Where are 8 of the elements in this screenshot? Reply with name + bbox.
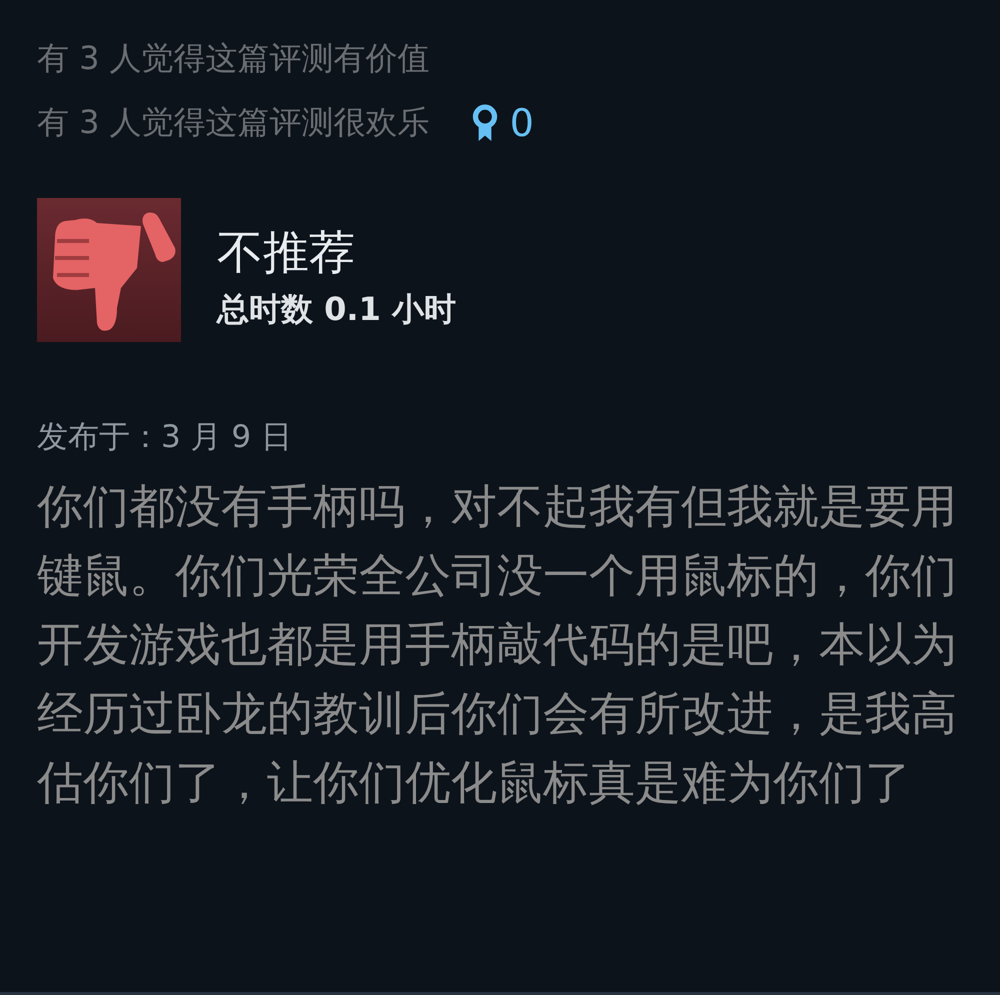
vote-summary: 有 3 人觉得这篇评测有价值 <box>37 38 430 79</box>
review-text: 你们都没有手柄吗，对不起我有但我就是要用键鼠。你们光荣全公司没一个用鼠标的，你们开发游戏也都是用手柄敲代码的是吧，本以为经历过卧龙的教训后你们会有所改进，是我高估你们了，让你们优化鼠标真是难为你们了 <box>37 478 958 811</box>
award-count: 0 <box>510 101 534 145</box>
playtime-text: 总时数 0.1 小时 <box>217 289 456 330</box>
award-ribbon-icon[interactable] <box>472 104 498 142</box>
recommendation-title: 不推荐 <box>217 224 356 280</box>
posted-date: 发布于：3 月 9 日 <box>37 418 294 457</box>
vote-summary: 有 3 人觉得这篇评测很欢乐 <box>37 102 430 143</box>
